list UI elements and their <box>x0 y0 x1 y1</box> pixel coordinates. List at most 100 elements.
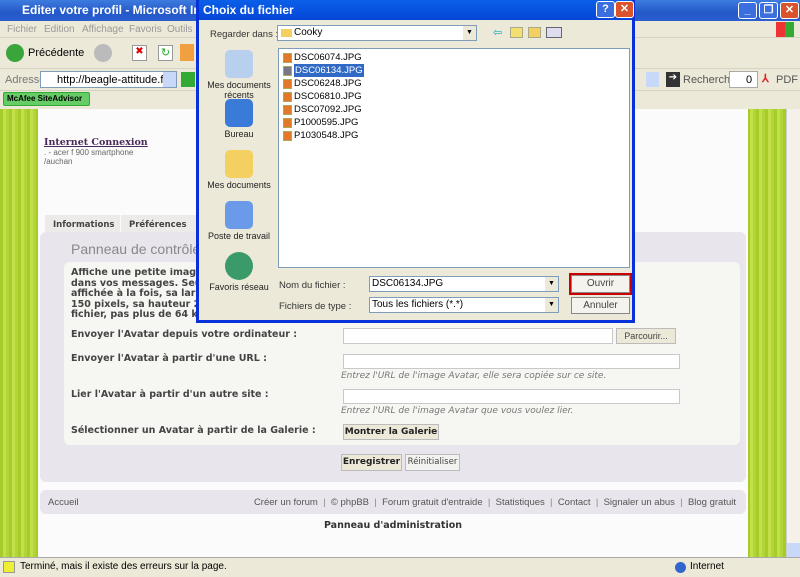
popup-count: 0 <box>746 74 753 86</box>
file-name: DSC07092.JPG <box>294 104 362 115</box>
search-arrow-icon[interactable]: ➔ <box>666 72 680 87</box>
jpg-file-icon <box>283 104 292 115</box>
tab-informations[interactable]: Informations <box>45 215 120 232</box>
menu-edition[interactable]: Edition <box>44 24 75 35</box>
close-window-button[interactable]: ✕ <box>780 2 799 19</box>
help-button[interactable]: ? <box>596 1 615 18</box>
forward-arrow-icon[interactable] <box>94 44 112 62</box>
file-item[interactable]: DSC06810.JPG <box>282 90 626 103</box>
dropdown-arrow-icon[interactable]: ▼ <box>545 277 558 291</box>
panel-title: Panneau de contrôle <box>71 241 201 257</box>
footer-link[interactable]: Blog gratuit <box>688 497 736 508</box>
menu-favoris[interactable]: Favoris <box>129 24 162 35</box>
jpg-file-icon <box>283 52 292 63</box>
dialog-close-button[interactable]: ✕ <box>615 1 634 18</box>
new-folder-icon[interactable] <box>528 27 541 38</box>
place-recent[interactable]: Mes documents récents <box>203 50 275 100</box>
file-item[interactable]: DSC06248.JPG <box>282 77 626 90</box>
menu-outils[interactable]: Outils <box>167 24 193 35</box>
tab-label: Préférences <box>129 220 187 230</box>
place-label: Mes documents récents <box>207 80 271 100</box>
file-item[interactable]: DSC07092.JPG <box>282 103 626 116</box>
footer-link[interactable]: Créer un forum <box>254 497 318 508</box>
file-item[interactable]: DSC06074.JPG <box>282 51 626 64</box>
menu-affichage[interactable]: Affichage <box>82 24 124 35</box>
warning-icon[interactable] <box>3 561 15 573</box>
security-zone: Internet <box>690 561 724 572</box>
footer-link[interactable]: Contact <box>558 497 591 508</box>
browse-button[interactable]: Parcourir... <box>616 328 676 344</box>
maximize-button[interactable]: ❐ <box>759 2 778 19</box>
upload-label: Envoyer l'Avatar depuis votre ordinateur… <box>71 329 298 340</box>
dropdown-arrow-icon[interactable]: ▼ <box>545 298 558 312</box>
file-item-selected[interactable]: DSC06134.JPG <box>282 64 626 77</box>
stop-icon[interactable]: ✖ <box>132 45 147 61</box>
show-gallery-button[interactable]: Montrer la Galerie <box>343 424 439 440</box>
scroll-down-icon[interactable] <box>787 543 800 557</box>
my-computer-icon <box>225 201 253 229</box>
file-name: DSC06134.JPG <box>294 64 364 77</box>
filename-value: DSC06134.JPG <box>372 278 444 289</box>
footer-link[interactable]: Statistiques <box>496 497 545 508</box>
file-item[interactable]: P1000595.JPG <box>282 116 626 129</box>
minimize-button[interactable]: _ <box>738 2 757 19</box>
file-name: DSC06248.JPG <box>294 78 362 89</box>
reset-button[interactable]: Réinitialiser <box>405 454 460 471</box>
network-icon <box>225 252 253 280</box>
vertical-scrollbar[interactable] <box>786 109 800 557</box>
home-icon[interactable] <box>180 44 194 61</box>
jpg-file-icon <box>283 130 292 141</box>
place-my-computer[interactable]: Poste de travail <box>203 201 275 241</box>
profile-link[interactable]: Internet Connexion <box>44 137 148 148</box>
place-desktop[interactable]: Bureau <box>203 99 275 139</box>
description-line: fichier, pas plus de 64 k <box>71 309 198 320</box>
status-text: Terminé, mais il existe des erreurs sur … <box>20 561 227 572</box>
back-button[interactable]: Précédente <box>28 47 84 59</box>
dropdown-arrow-icon[interactable]: ▼ <box>463 26 476 40</box>
popup-counter[interactable]: 0 <box>729 71 758 88</box>
pdf-icon: ⅄ <box>762 73 769 85</box>
go-icon[interactable] <box>181 72 195 87</box>
up-folder-icon[interactable] <box>510 27 523 38</box>
tab-preferences[interactable]: Préférences <box>121 215 196 232</box>
footer-link[interactable]: © phpBB <box>331 497 369 508</box>
address-dropdown-icon[interactable] <box>163 72 176 87</box>
filetype-value: Tous les fichiers (*.*) <box>372 299 464 310</box>
filetype-select[interactable]: Tous les fichiers (*.*) ▼ <box>369 297 559 313</box>
open-button[interactable]: Ouvrir <box>571 275 630 293</box>
file-name: DSC06810.JPG <box>294 91 362 102</box>
file-name: P1030548.JPG <box>294 130 359 141</box>
file-list[interactable]: DSC06074.JPG DSC06134.JPG DSC06248.JPG D… <box>278 48 630 268</box>
url-hint: Entrez l'URL de l'image Avatar, elle ser… <box>341 371 607 381</box>
pdf-button[interactable]: PDF <box>776 74 798 86</box>
mcafee-button[interactable]: McAfee SiteAdvisor <box>3 92 90 106</box>
place-my-documents[interactable]: Mes documents <box>203 150 275 190</box>
view-menu-icon[interactable] <box>546 27 562 38</box>
status-bar: Terminé, mais il existe des erreurs sur … <box>0 557 800 577</box>
place-network[interactable]: Favoris réseau <box>203 252 275 292</box>
avatar-link-input[interactable] <box>343 389 680 404</box>
footer-link[interactable]: Forum gratuit d'entraide <box>382 497 483 508</box>
search-dropdown-icon[interactable] <box>646 72 659 87</box>
look-in-value: Cooky <box>294 27 323 38</box>
menu-fichier[interactable]: Fichier <box>7 24 37 35</box>
footer-link[interactable]: Signaler un abus <box>604 497 675 508</box>
url-input[interactable]: http://beagle-attitude.forum <box>57 74 176 86</box>
upload-file-input[interactable] <box>343 328 613 344</box>
cancel-button[interactable]: Annuler <box>571 297 630 314</box>
filename-input[interactable]: DSC06134.JPG ▼ <box>369 276 559 292</box>
back-folder-icon[interactable]: ⇦ <box>493 26 502 39</box>
my-documents-icon <box>225 150 253 178</box>
footer-home-link[interactable]: Accueil <box>48 497 79 508</box>
refresh-icon[interactable]: ↻ <box>158 45 173 61</box>
description-line: Affiche une petite image <box>71 268 203 278</box>
link-label: Lier l'Avatar à partir d'un autre site : <box>71 389 269 400</box>
look-in-select[interactable]: Cooky ▼ <box>277 25 477 41</box>
avatar-url-input[interactable] <box>343 354 680 369</box>
back-arrow-icon[interactable] <box>6 44 24 62</box>
file-item[interactable]: P1030548.JPG <box>282 129 626 142</box>
save-button[interactable]: Enregistrer <box>341 454 402 471</box>
avatar-description: Affiche une petite image dans vos message… <box>71 268 211 321</box>
recent-documents-icon <box>225 50 253 78</box>
admin-panel-link[interactable]: Panneau d'administration <box>38 520 748 531</box>
